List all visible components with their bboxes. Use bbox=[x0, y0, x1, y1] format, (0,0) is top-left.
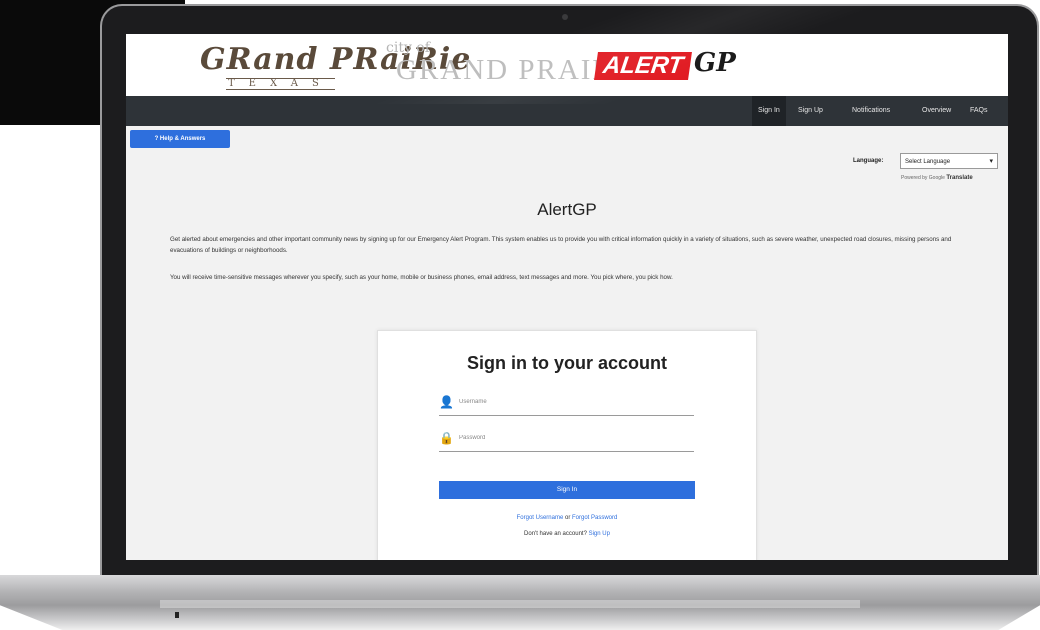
chevron-down-icon: ▾ bbox=[989, 158, 993, 165]
translate-link[interactable]: Translate bbox=[946, 175, 972, 181]
top-navigation: Sign In Sign Up Notifications Overview F… bbox=[126, 96, 1008, 126]
intro-paragraph: Get alerted about emergencies and other … bbox=[170, 236, 952, 254]
nav-sign-in[interactable]: Sign In bbox=[752, 96, 786, 126]
no-account-text: Don't have an account? bbox=[524, 531, 587, 537]
forgot-password-link[interactable]: Forgot Password bbox=[572, 515, 617, 521]
second-paragraph: You will receive time-sensitive messages… bbox=[170, 274, 673, 281]
laptop-base-highlight bbox=[160, 600, 860, 608]
username-input[interactable] bbox=[459, 399, 679, 405]
laptop-screen: GRand PRaiRie TEXAS city of GRAND PRAIRI… bbox=[126, 34, 1008, 560]
signin-button[interactable]: Sign In bbox=[439, 481, 695, 499]
powered-by-google-translate: Powered by Google Translate bbox=[901, 175, 973, 181]
language-selected-value: Select Language bbox=[905, 159, 951, 165]
nav-notifications[interactable]: Notifications bbox=[846, 96, 896, 126]
lock-icon: 🔒 bbox=[439, 431, 454, 445]
logo-texas-text: TEXAS bbox=[226, 78, 335, 90]
webcam bbox=[562, 14, 568, 20]
language-select[interactable]: Select Language ▾ bbox=[900, 153, 998, 169]
forgot-username-link[interactable]: Forgot Username bbox=[517, 515, 564, 521]
signin-card: Sign in to your account 👤 🔒 Sign In Forg… bbox=[377, 330, 757, 560]
signup-link[interactable]: Sign Up bbox=[589, 531, 610, 537]
user-icon: 👤 bbox=[439, 395, 454, 409]
decorative-mark bbox=[175, 612, 179, 618]
google-logo-text: Google bbox=[928, 175, 945, 181]
forgot-links: Forgot Username or Forgot Password bbox=[378, 515, 756, 521]
signup-prompt: Don't have an account? Sign Up bbox=[378, 531, 756, 537]
powered-by-text: Powered by bbox=[901, 175, 928, 181]
nav-overview[interactable]: Overview bbox=[916, 96, 957, 126]
help-answers-button[interactable]: ? Help & Answers bbox=[130, 130, 230, 148]
site-header: GRand PRaiRie TEXAS city of GRAND PRAIRI… bbox=[126, 34, 1008, 96]
alert-logo: ALERT bbox=[594, 52, 692, 80]
password-field[interactable]: 🔒 bbox=[439, 429, 694, 452]
nav-sign-up[interactable]: Sign Up bbox=[792, 96, 829, 126]
password-input[interactable] bbox=[459, 435, 679, 441]
username-field[interactable]: 👤 bbox=[439, 393, 694, 416]
or-text: or bbox=[564, 515, 571, 521]
alert-gp-logo-text: GP bbox=[694, 48, 736, 78]
language-label: Language: bbox=[853, 158, 884, 164]
signin-title: Sign in to your account bbox=[466, 353, 667, 373]
nav-faqs[interactable]: FAQs bbox=[964, 96, 994, 126]
page-title: AlertGP bbox=[537, 200, 597, 219]
